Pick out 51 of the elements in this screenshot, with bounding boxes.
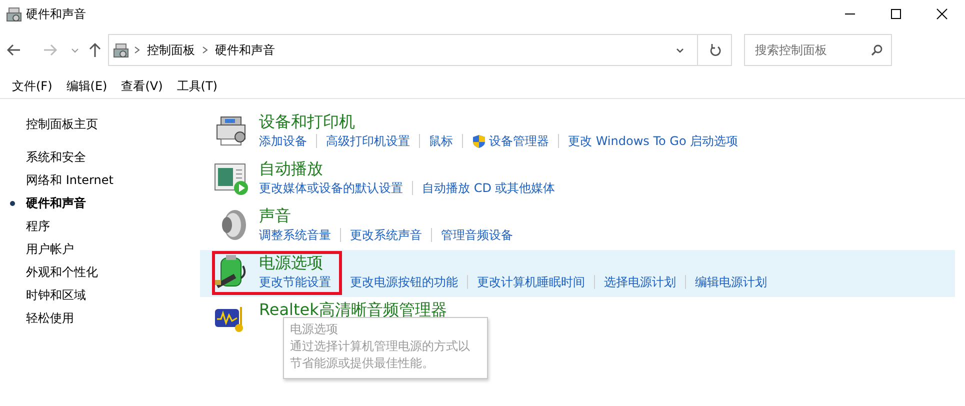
maximize-icon: [890, 8, 902, 20]
chevron-icon: [201, 45, 209, 55]
category-title-link[interactable]: 声音: [259, 206, 291, 226]
breadcrumb-item[interactable]: 控制面板: [141, 41, 201, 59]
link[interactable]: 更改计算机睡眠时间: [477, 273, 585, 291]
back-icon[interactable]: [6, 42, 22, 58]
link[interactable]: 管理音频设备: [441, 226, 513, 244]
link[interactable]: 更改系统声音: [350, 226, 422, 244]
tooltip-title: 电源选项: [290, 321, 339, 338]
sidebar-item[interactable]: 系统和安全: [26, 146, 200, 169]
sidebar-item[interactable]: 硬件和声音: [26, 192, 200, 215]
sidebar-item[interactable]: 外观和个性化: [26, 261, 200, 284]
category-title-link[interactable]: 电源选项: [259, 253, 323, 273]
window-title: 硬件和声音: [26, 6, 87, 23]
link[interactable]: 更改 Windows To Go 启动选项: [568, 132, 738, 150]
chevron-icon: [133, 45, 141, 55]
menu-item[interactable]: 工具(T): [170, 76, 224, 94]
sidebar-link[interactable]: 控制面板主页: [26, 113, 200, 136]
sidebar-item[interactable]: 网络和 Internet: [26, 169, 200, 192]
link[interactable]: 更改电源按钮的功能: [350, 273, 458, 291]
menu-item[interactable]: 编辑(E): [60, 76, 114, 94]
search-box[interactable]: 搜索控制面板: [744, 34, 892, 66]
sidebar-item[interactable]: 轻松使用: [26, 307, 200, 330]
sidebar-item[interactable]: 程序: [26, 215, 200, 238]
sidebar-item[interactable]: 用户帐户: [26, 238, 200, 261]
control-panel-icon: [113, 42, 129, 58]
refresh-icon: [708, 43, 720, 57]
link[interactable]: 添加设备: [259, 132, 307, 150]
link[interactable]: 选择电源计划: [604, 273, 676, 291]
up-icon[interactable]: [88, 42, 102, 58]
link[interactable]: 编辑电源计划: [695, 273, 767, 291]
category-title-link[interactable]: 自动播放: [259, 159, 323, 179]
link[interactable]: 更改节能设置: [259, 273, 331, 291]
link[interactable]: 自动播放 CD 或其他媒体: [422, 179, 556, 197]
menu-item[interactable]: 查看(V): [115, 76, 169, 94]
link[interactable]: 调整系统音量: [259, 226, 331, 244]
link[interactable]: 鼠标: [429, 132, 453, 150]
bullet-icon: [10, 201, 15, 206]
link[interactable]: 高级打印机设置: [326, 132, 410, 150]
category-title-link[interactable]: 设备和打印机: [259, 112, 355, 132]
link[interactable]: 设备管理器: [489, 132, 549, 150]
search-icon: [871, 44, 883, 56]
close-icon: [936, 8, 948, 20]
breadcrumb-item[interactable]: 硬件和声音: [209, 41, 281, 59]
menu-item[interactable]: 文件(F): [6, 76, 58, 94]
category-title-link[interactable]: Realtek高清晰音频管理器: [259, 300, 447, 320]
sidebar-item[interactable]: 时钟和区域: [26, 284, 200, 307]
shield-icon: [472, 134, 486, 148]
control-panel-icon: [6, 6, 22, 22]
link[interactable]: 更改媒体或设备的默认设置: [259, 179, 403, 197]
tooltip-text: 通过选择计算机管理电源的方式以节省能源或提供最佳性能。: [290, 338, 471, 372]
